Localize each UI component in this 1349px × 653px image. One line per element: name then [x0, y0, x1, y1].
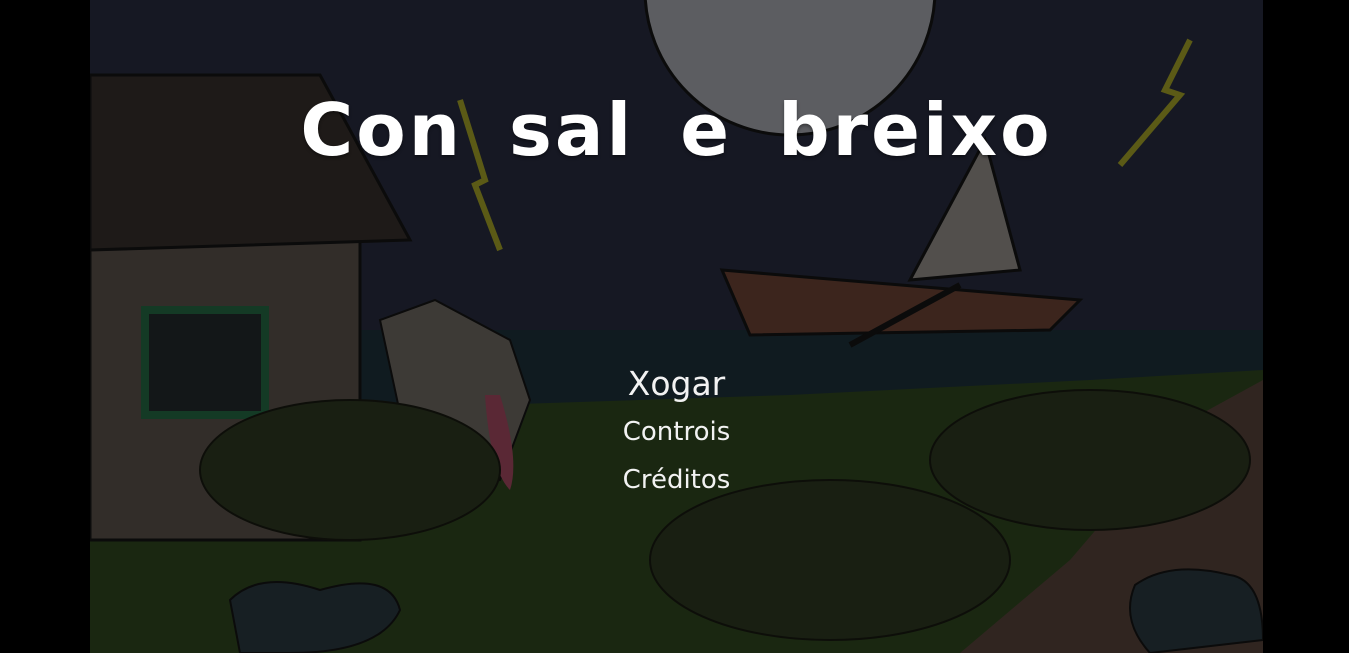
play-button[interactable]: Xogar — [628, 360, 726, 408]
game-title: Con sal e breixo — [300, 88, 1053, 172]
controls-button[interactable]: Controis — [623, 408, 731, 456]
game-canvas: Con sal e breixo Xogar Controis Créditos — [90, 0, 1263, 653]
screen: Con sal e breixo Xogar Controis Créditos — [0, 0, 1349, 653]
main-menu: Xogar Controis Créditos — [90, 360, 1263, 504]
credits-button[interactable]: Créditos — [623, 456, 731, 504]
